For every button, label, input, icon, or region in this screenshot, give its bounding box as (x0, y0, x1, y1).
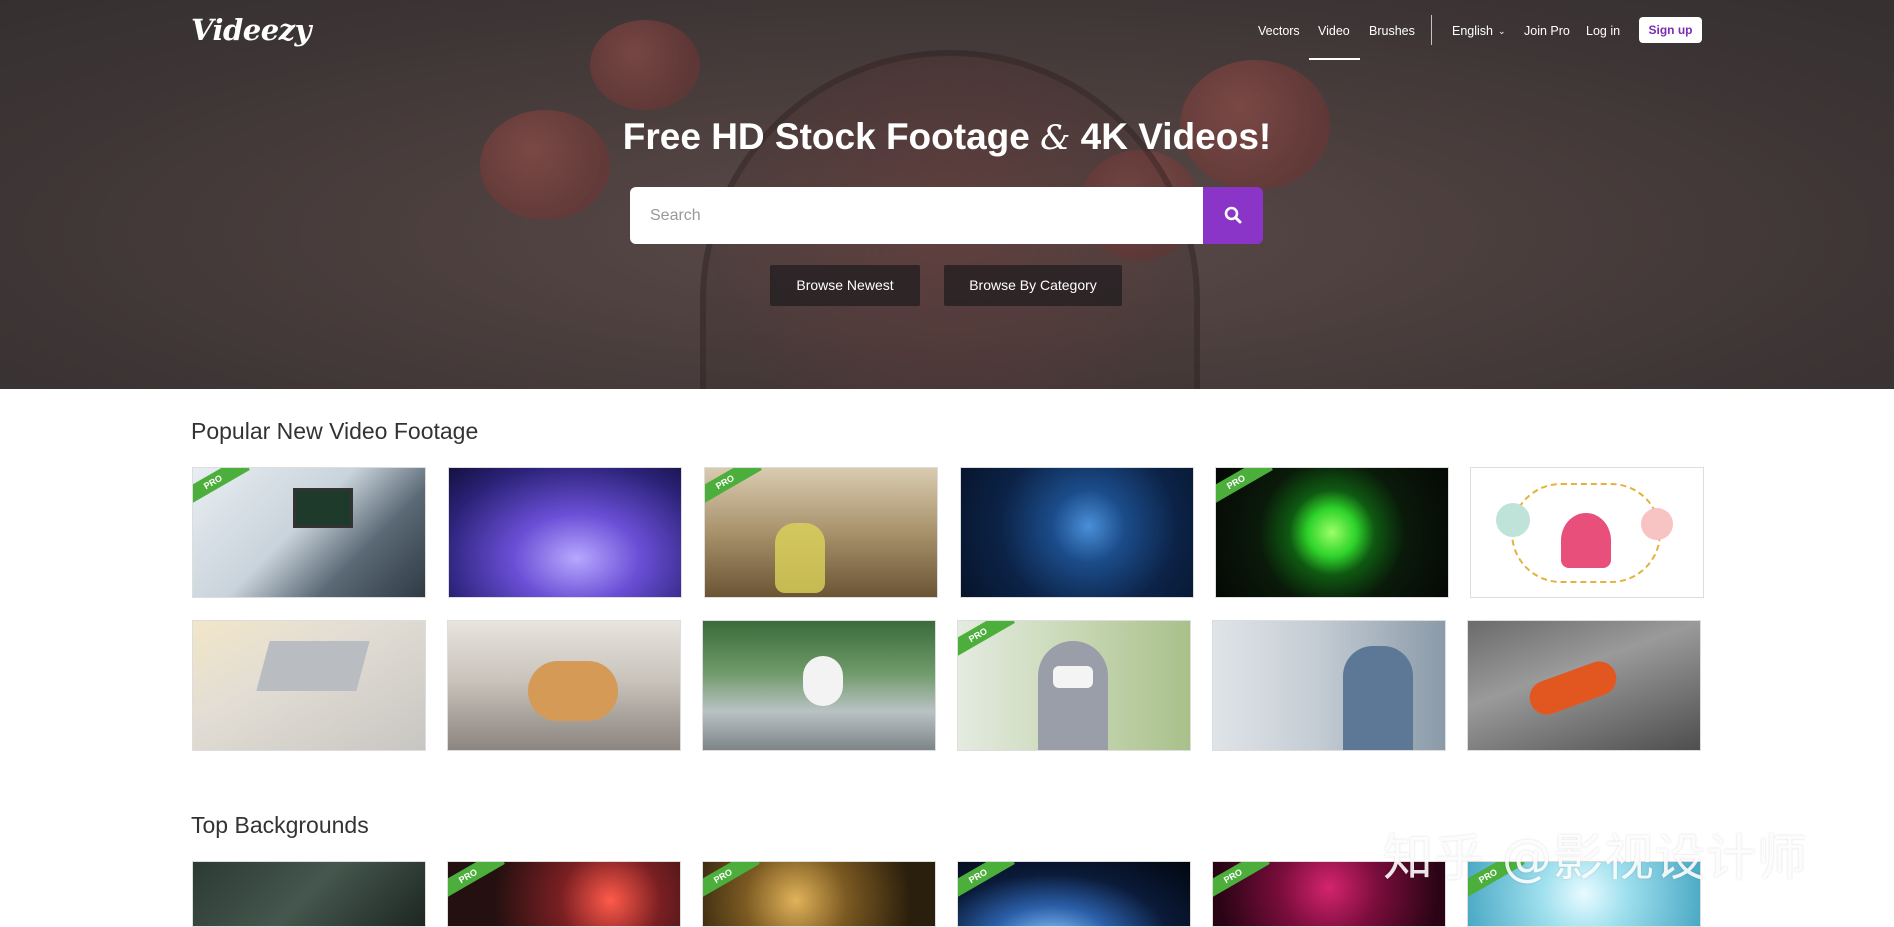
nav-active-indicator (1309, 58, 1360, 60)
watermark-text: 知乎 @影视设计师 (1383, 829, 1808, 887)
hero-title: Free HD Stock Footage & 4K Videos! (0, 116, 1894, 158)
chevron-down-icon: ⌄ (1498, 26, 1506, 36)
browse-newest-button[interactable]: Browse Newest (770, 265, 920, 306)
search-input[interactable] (650, 187, 1190, 244)
hero-title-part1: Free HD Stock Footage (622, 116, 1030, 157)
language-label: English (1452, 24, 1493, 38)
nav-login[interactable]: Log in (1586, 24, 1620, 38)
video-thumbnail[interactable] (960, 467, 1194, 598)
logo[interactable]: Videezy (191, 13, 312, 47)
video-thumbnail[interactable] (192, 620, 426, 751)
nav-video[interactable]: Video (1318, 24, 1350, 38)
nav-brushes[interactable]: Brushes (1369, 24, 1415, 38)
nav-divider (1431, 15, 1432, 45)
section-title-backgrounds: Top Backgrounds (191, 812, 369, 838)
search-button[interactable] (1203, 187, 1263, 244)
hero-banner: Videezy Vectors Video Brushes English ⌄ J… (0, 0, 1894, 389)
video-thumbnail[interactable] (448, 467, 682, 598)
signup-button[interactable]: Sign up (1639, 17, 1702, 43)
video-thumbnail[interactable] (1470, 467, 1704, 598)
video-thumbnail[interactable]: PRO (957, 861, 1191, 927)
video-thumbnail[interactable]: PRO (702, 861, 936, 927)
search-box (630, 187, 1204, 244)
video-thumbnail[interactable]: PRO (957, 620, 1191, 751)
section-title-popular: Popular New Video Footage (191, 418, 479, 444)
hero-title-part2: 4K Videos! (1080, 116, 1272, 157)
nav-join-pro[interactable]: Join Pro (1524, 24, 1570, 38)
search-icon (1224, 206, 1242, 224)
video-thumbnail[interactable] (1467, 620, 1701, 751)
video-thumbnail[interactable] (1212, 620, 1446, 751)
language-selector[interactable]: English ⌄ (1452, 24, 1506, 38)
video-thumbnail[interactable] (702, 620, 936, 751)
nav-vectors[interactable]: Vectors (1258, 24, 1300, 38)
video-thumbnail[interactable]: PRO (704, 467, 938, 598)
top-navigation: Videezy Vectors Video Brushes English ⌄ J… (0, 0, 1894, 62)
video-thumbnail[interactable] (192, 861, 426, 927)
video-thumbnail[interactable]: PRO (192, 467, 426, 598)
video-thumbnail[interactable]: PRO (1215, 467, 1449, 598)
hero-title-ampersand: & (1040, 118, 1071, 158)
browse-category-button[interactable]: Browse By Category (944, 265, 1122, 306)
video-thumbnail[interactable]: PRO (447, 861, 681, 927)
video-thumbnail[interactable] (447, 620, 681, 751)
